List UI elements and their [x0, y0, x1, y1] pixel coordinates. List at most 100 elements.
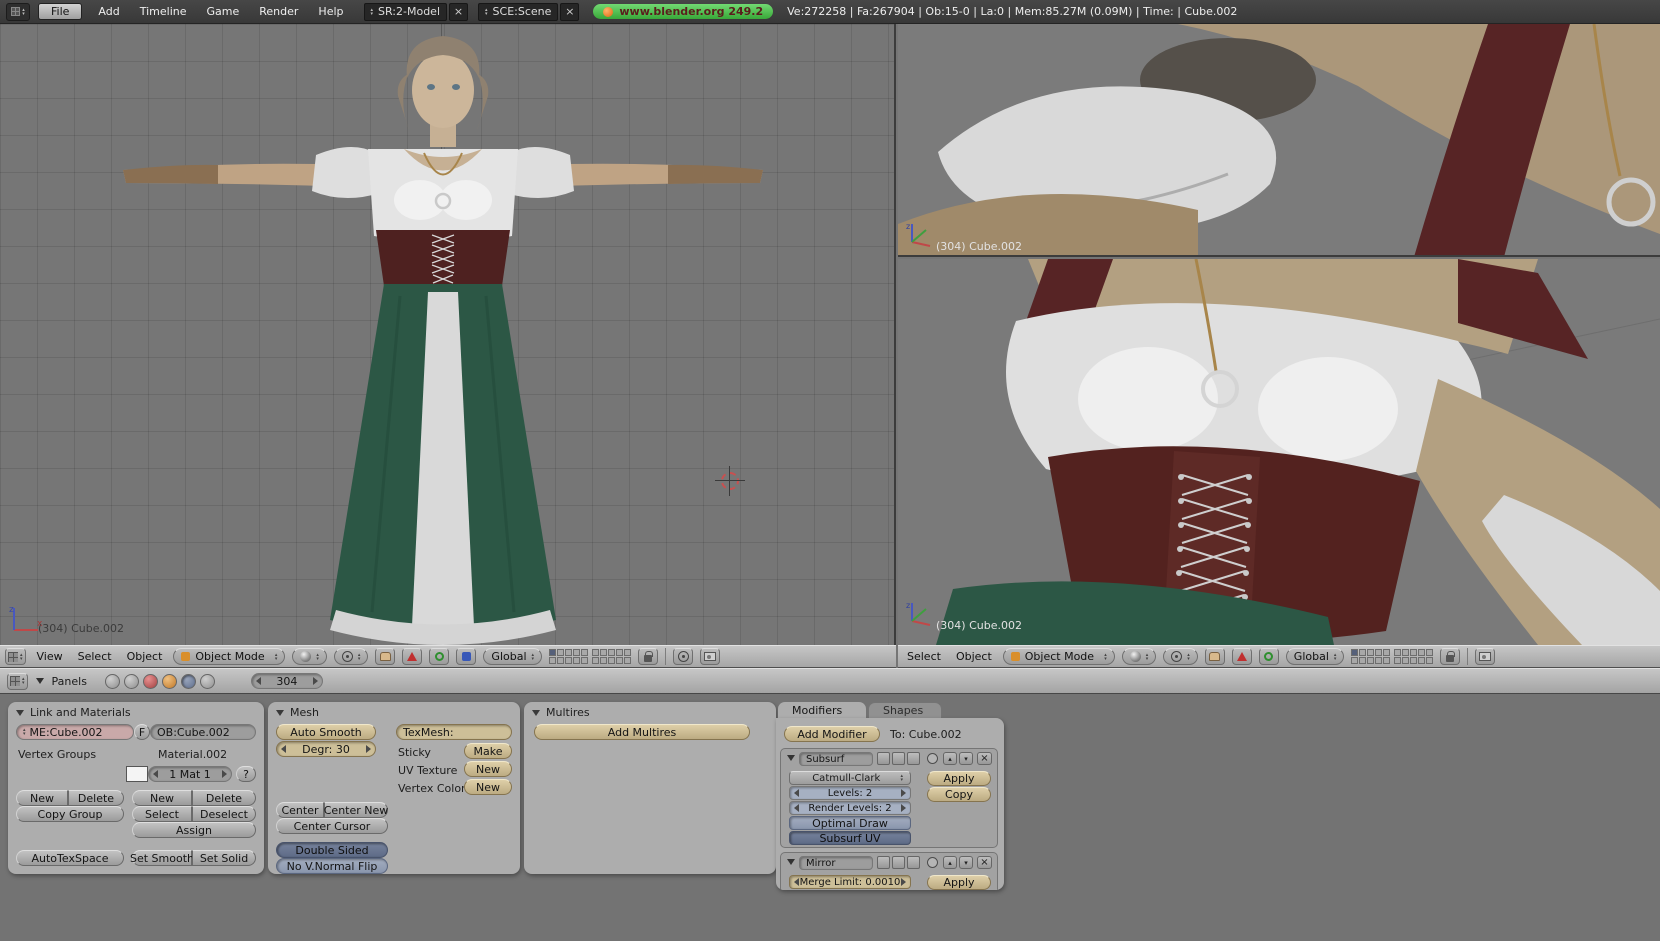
- frame-number-field[interactable]: 304: [251, 673, 323, 689]
- modifier-name-field[interactable]: Mirror: [799, 856, 873, 870]
- set-smooth-button[interactable]: Set Smooth: [132, 850, 192, 866]
- no-vnormal-flip-toggle[interactable]: No V.Normal Flip: [276, 858, 388, 874]
- autotexspace-button[interactable]: AutoTexSpace: [16, 850, 124, 866]
- material-delete-button[interactable]: Delete: [192, 790, 256, 806]
- panel-title[interactable]: Mesh: [276, 706, 319, 719]
- editor-type-button[interactable]: ▴▾: [7, 673, 28, 690]
- script-context-icon[interactable]: [124, 674, 139, 689]
- fake-user-button[interactable]: F: [134, 724, 150, 740]
- sticky-make-button[interactable]: Make: [464, 743, 512, 759]
- menu-object[interactable]: Object: [952, 650, 996, 663]
- render-toggle-icon[interactable]: [877, 752, 890, 765]
- scene-close-icon[interactable]: ×: [560, 3, 579, 21]
- center-new-button[interactable]: Center New: [324, 802, 388, 818]
- panels-menu-icon[interactable]: [36, 678, 44, 684]
- increment-icon[interactable]: [901, 878, 906, 886]
- editmode-toggle-icon[interactable]: [907, 752, 920, 765]
- viewport-bottom-right[interactable]: z (304) Cube.002: [898, 259, 1660, 645]
- select-button[interactable]: Select: [132, 806, 192, 822]
- menu-view[interactable]: View: [33, 650, 67, 663]
- orientation-dropdown[interactable]: Global ▴▾: [483, 648, 542, 665]
- lock-layers-button[interactable]: [638, 648, 658, 665]
- editing-context-icon[interactable]: [181, 674, 196, 689]
- vertex-color-new-button[interactable]: New: [464, 779, 512, 795]
- menu-render[interactable]: Render: [249, 5, 308, 18]
- shading-context-icon[interactable]: [143, 674, 158, 689]
- assign-button[interactable]: Assign: [132, 822, 256, 838]
- center-cursor-button[interactable]: Center Cursor: [276, 818, 388, 834]
- physics-context-icon[interactable]: [200, 674, 215, 689]
- object-context-icon[interactable]: [162, 674, 177, 689]
- cage-toggle-icon[interactable]: [927, 857, 938, 868]
- manipulator-translate-button[interactable]: [402, 648, 422, 665]
- screen-selector[interactable]: ▴▾ SR:2-Model: [364, 3, 448, 21]
- move-down-icon[interactable]: ▾: [959, 856, 973, 869]
- cage-toggle-icon[interactable]: [927, 753, 938, 764]
- mesh-datablock-field[interactable]: ▴▾ ME:Cube.002: [16, 724, 134, 740]
- deselect-button[interactable]: Deselect: [192, 806, 256, 822]
- panel-title[interactable]: Link and Materials: [16, 706, 131, 719]
- levels-field[interactable]: Levels: 2: [789, 786, 911, 800]
- modifier-name-field[interactable]: Subsurf: [799, 752, 873, 766]
- material-help-button[interactable]: ?: [236, 766, 256, 782]
- increment-icon[interactable]: [366, 745, 371, 753]
- viewport-main[interactable]: z x (304) Cube.002: [0, 24, 896, 645]
- logic-context-icon[interactable]: [105, 674, 120, 689]
- manipulator-translate-button[interactable]: [1232, 648, 1252, 665]
- menu-select[interactable]: Select: [903, 650, 945, 663]
- viewport-top-right[interactable]: z (304) Cube.002: [898, 24, 1660, 257]
- increment-icon[interactable]: [222, 770, 227, 778]
- set-solid-button[interactable]: Set Solid: [192, 850, 256, 866]
- add-modifier-button[interactable]: Add Modifier: [784, 726, 880, 742]
- manipulator-hand-button[interactable]: [1205, 648, 1225, 665]
- menu-help[interactable]: Help: [308, 5, 353, 18]
- uv-texture-new-button[interactable]: New: [464, 761, 512, 777]
- move-down-icon[interactable]: ▾: [959, 752, 973, 765]
- manipulator-scale-button[interactable]: [456, 648, 476, 665]
- subdivision-algorithm-dropdown[interactable]: Catmull-Clark ▴▾: [789, 771, 911, 785]
- decrement-icon[interactable]: [794, 804, 799, 812]
- delete-modifier-icon[interactable]: ×: [977, 856, 992, 869]
- expand-icon[interactable]: [787, 755, 795, 761]
- material-index-field[interactable]: 1 Mat 1: [148, 766, 232, 782]
- mode-dropdown[interactable]: Object Mode ▴▾: [173, 648, 285, 665]
- menu-object[interactable]: Object: [123, 650, 167, 663]
- window-type-icon[interactable]: ▴▾: [6, 3, 30, 21]
- layer-buttons[interactable]: [1351, 649, 1433, 664]
- material-color-swatch[interactable]: [126, 766, 148, 782]
- merge-limit-field[interactable]: Merge Limit: 0.0010: [789, 875, 911, 889]
- menu-select[interactable]: Select: [74, 650, 116, 663]
- menu-file[interactable]: File: [38, 3, 82, 20]
- vgroup-delete-button[interactable]: Delete: [68, 790, 124, 806]
- menu-timeline[interactable]: Timeline: [130, 5, 197, 18]
- layer-buttons[interactable]: [549, 649, 631, 664]
- screen-close-icon[interactable]: ×: [449, 3, 468, 21]
- mode-dropdown[interactable]: Object Mode ▴▾: [1003, 648, 1115, 665]
- delete-modifier-icon[interactable]: ×: [977, 752, 992, 765]
- apply-modifier-button[interactable]: Apply: [927, 875, 991, 890]
- increment-icon[interactable]: [313, 677, 318, 685]
- subsurf-uv-toggle[interactable]: Subsurf UV: [789, 831, 911, 845]
- panel-title[interactable]: Multires: [532, 706, 590, 719]
- double-sided-toggle[interactable]: Double Sided: [276, 842, 388, 858]
- render-preview-button[interactable]: [1475, 648, 1495, 665]
- menu-game[interactable]: Game: [197, 5, 250, 18]
- decrement-icon[interactable]: [256, 677, 261, 685]
- decrement-icon[interactable]: [281, 745, 286, 753]
- pivot-dropdown[interactable]: ▴▾: [1163, 648, 1198, 665]
- move-up-icon[interactable]: ▴: [943, 752, 957, 765]
- expand-icon[interactable]: [787, 859, 795, 865]
- move-up-icon[interactable]: ▴: [943, 856, 957, 869]
- draw-mode-dropdown[interactable]: ▴▾: [1122, 648, 1157, 665]
- apply-modifier-button[interactable]: Apply: [927, 771, 991, 786]
- increment-icon[interactable]: [901, 804, 906, 812]
- copy-modifier-button[interactable]: Copy: [927, 787, 991, 802]
- decrement-icon[interactable]: [794, 878, 799, 886]
- add-multires-button[interactable]: Add Multires: [534, 724, 750, 740]
- orientation-dropdown[interactable]: Global ▴▾: [1286, 648, 1345, 665]
- render-levels-field[interactable]: Render Levels: 2: [789, 801, 911, 815]
- editor-type-button[interactable]: ▴▾: [5, 648, 26, 665]
- manipulator-rotate-button[interactable]: [429, 648, 449, 665]
- render-toggle-icon[interactable]: [877, 856, 890, 869]
- proportional-edit-button[interactable]: [673, 648, 693, 665]
